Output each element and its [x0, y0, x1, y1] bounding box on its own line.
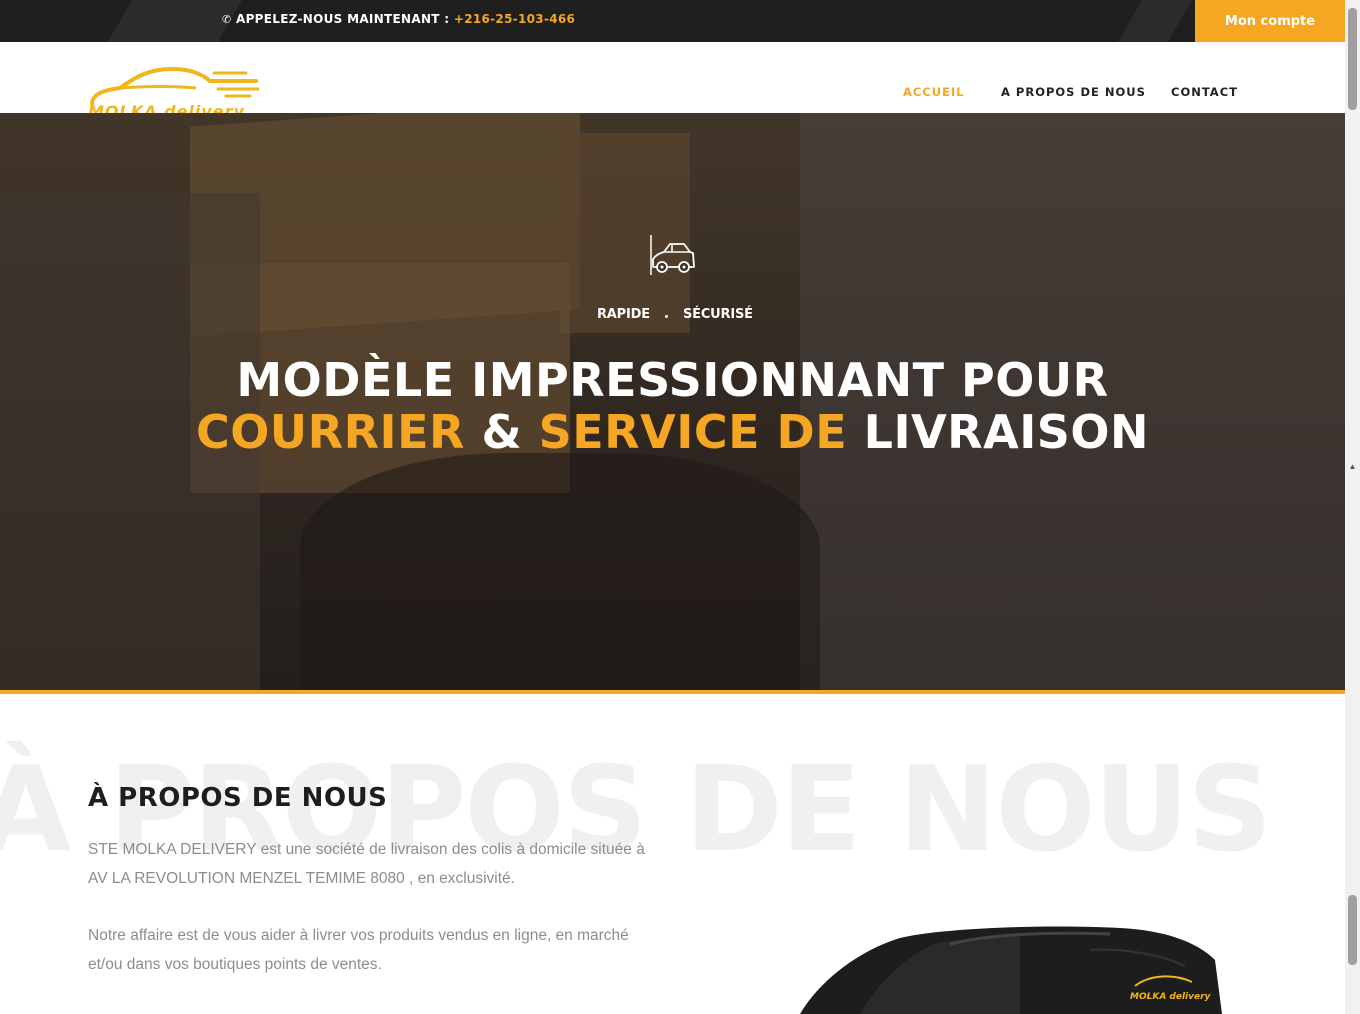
page-scrollbar[interactable] [1345, 0, 1360, 1014]
topbar-decoration [1117, 0, 1193, 42]
my-account-button[interactable]: Mon compte [1195, 0, 1345, 42]
about-title: À PROPOS DE NOUS [88, 783, 388, 813]
phone-contact: ✆ APPELEZ-NOUS MAINTENANT : +216-25-103-4… [222, 12, 575, 26]
van-logo-text: MOLKA delivery [1130, 992, 1211, 1002]
hero-tag-fast: RAPIDE [597, 307, 650, 322]
hero-title-ampersand: & [464, 405, 539, 459]
hero-tag-secure: SÉCURISÉ [683, 307, 753, 322]
site-header: MOLKA delivery ACCUEIL A PROPOS DE NOUS … [0, 42, 1345, 113]
delivery-car-icon [648, 233, 698, 277]
about-paragraph-1: STE MOLKA DELIVERY est une société de li… [88, 841, 645, 887]
scrollbar-thumb-secondary[interactable] [1348, 895, 1357, 965]
scroll-up-icon[interactable]: ▲ [1346, 462, 1359, 472]
hero-title-accent-2: SERVICE DE [538, 405, 848, 459]
tag-separator [665, 315, 668, 318]
about-paragraph-2: Notre affaire est de vous aider à livrer… [88, 927, 629, 973]
hero-bottom-border [0, 690, 1345, 694]
delivery-van-image: MOLKA delivery [790, 920, 1230, 1014]
hero-title-accent-1: COURRIER [195, 405, 465, 459]
phone-label: APPELEZ-NOUS MAINTENANT : [236, 12, 450, 26]
hero-title-line1: MODÈLE IMPRESSIONNANT POUR [236, 353, 1109, 407]
site-logo[interactable]: MOLKA delivery [86, 64, 261, 113]
hero-title-line2: COURRIER & SERVICE DE LIVRAISON [0, 405, 1345, 459]
logo-text: MOLKA delivery [88, 102, 245, 113]
nav-contact[interactable]: CONTACT [1171, 85, 1238, 99]
top-bar: ✆ APPELEZ-NOUS MAINTENANT : +216-25-103-4… [0, 0, 1345, 42]
nav-about[interactable]: A PROPOS DE NOUS [1001, 85, 1146, 99]
nav-home[interactable]: ACCUEIL [903, 85, 965, 99]
phone-icon: ✆ [222, 13, 232, 26]
hero-title-end: LIVRAISON [847, 405, 1150, 459]
phone-number[interactable]: +216-25-103-466 [454, 12, 575, 26]
scrollbar-thumb[interactable] [1348, 8, 1357, 110]
